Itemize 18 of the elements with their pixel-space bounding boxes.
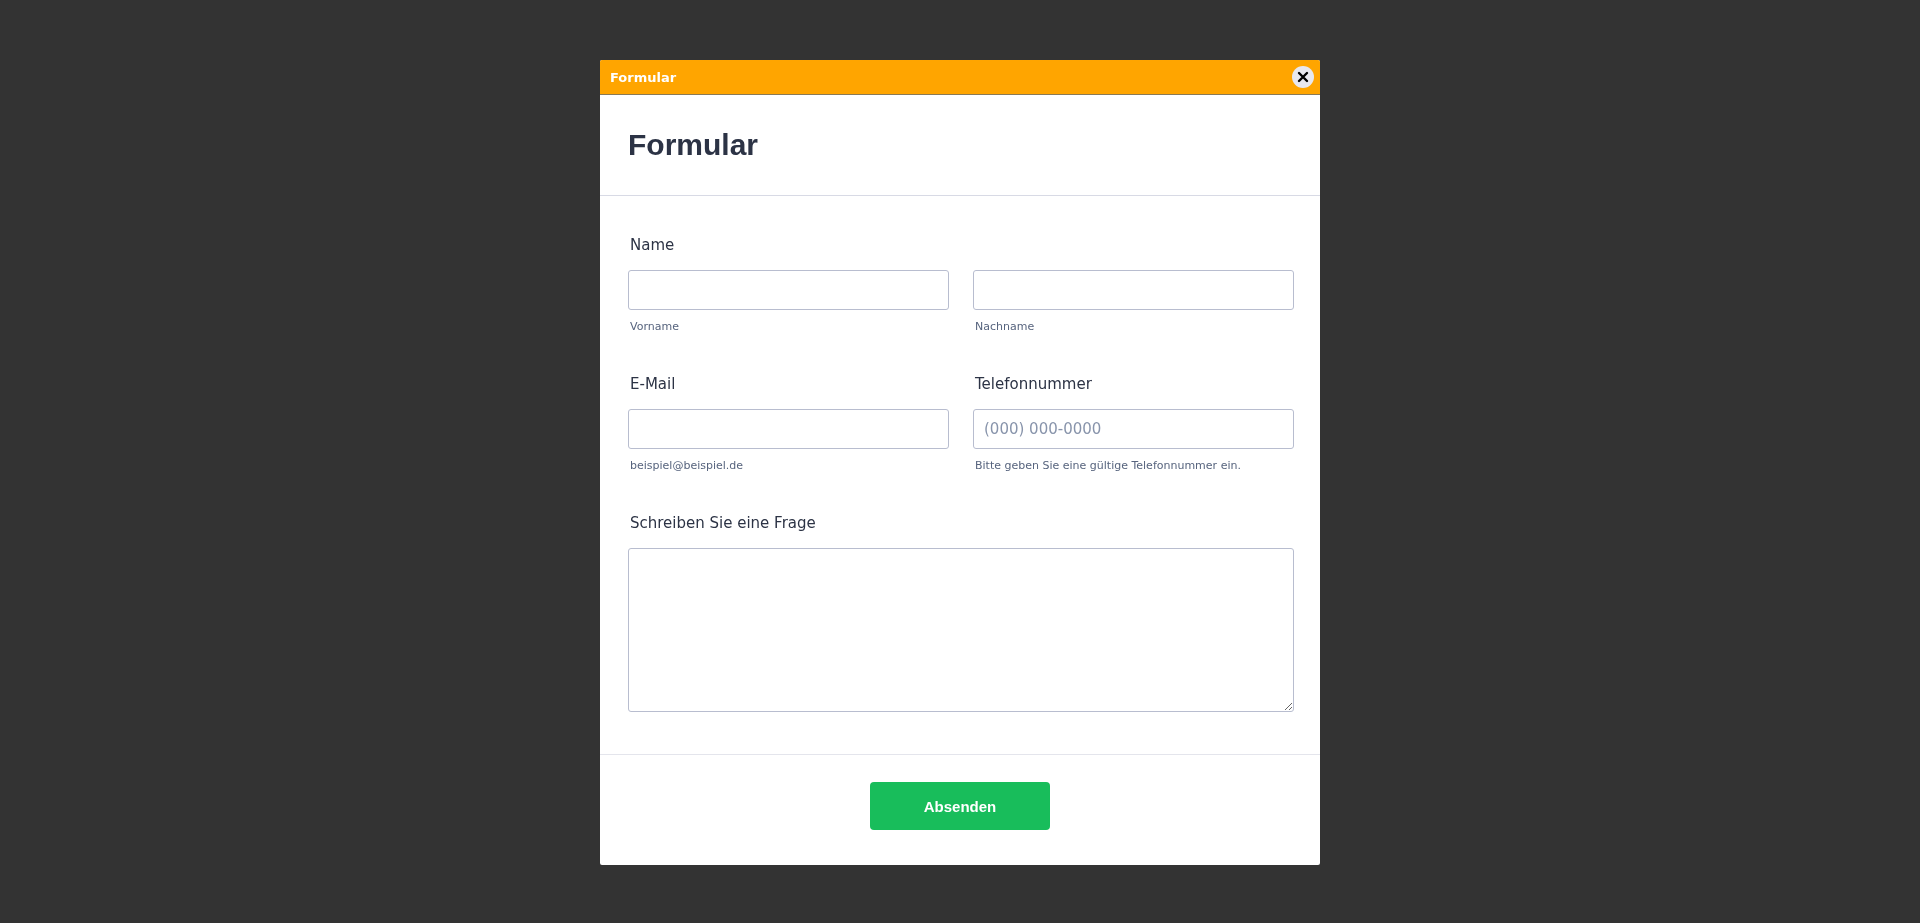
input-field[interactable] — [973, 270, 1294, 310]
field-label: E-Mail — [630, 374, 677, 394]
close-button[interactable] — [1292, 66, 1314, 88]
field-hint: Nachname — [975, 320, 1036, 333]
form-heading: Formular — [628, 128, 759, 162]
field-hint: Bitte geben Sie eine gültige Telefonnummer ein. — [975, 459, 1242, 472]
field-label: Name — [630, 235, 676, 255]
input-field[interactable] — [628, 409, 949, 449]
field-label: Telefonnummer — [975, 374, 1093, 394]
input-field[interactable] — [628, 270, 949, 310]
field-hint: beispiel@beispiel.de — [630, 459, 745, 472]
field-hint: Vorname — [630, 320, 680, 333]
field-label: Schreiben Sie eine Frage — [630, 513, 817, 533]
close-icon — [1297, 71, 1309, 83]
input-field[interactable]: (000) 000-0000 — [973, 409, 1294, 449]
submit-button[interactable]: Absenden — [870, 782, 1050, 830]
text-area[interactable] — [628, 548, 1294, 712]
window-title: Formular — [610, 69, 677, 85]
